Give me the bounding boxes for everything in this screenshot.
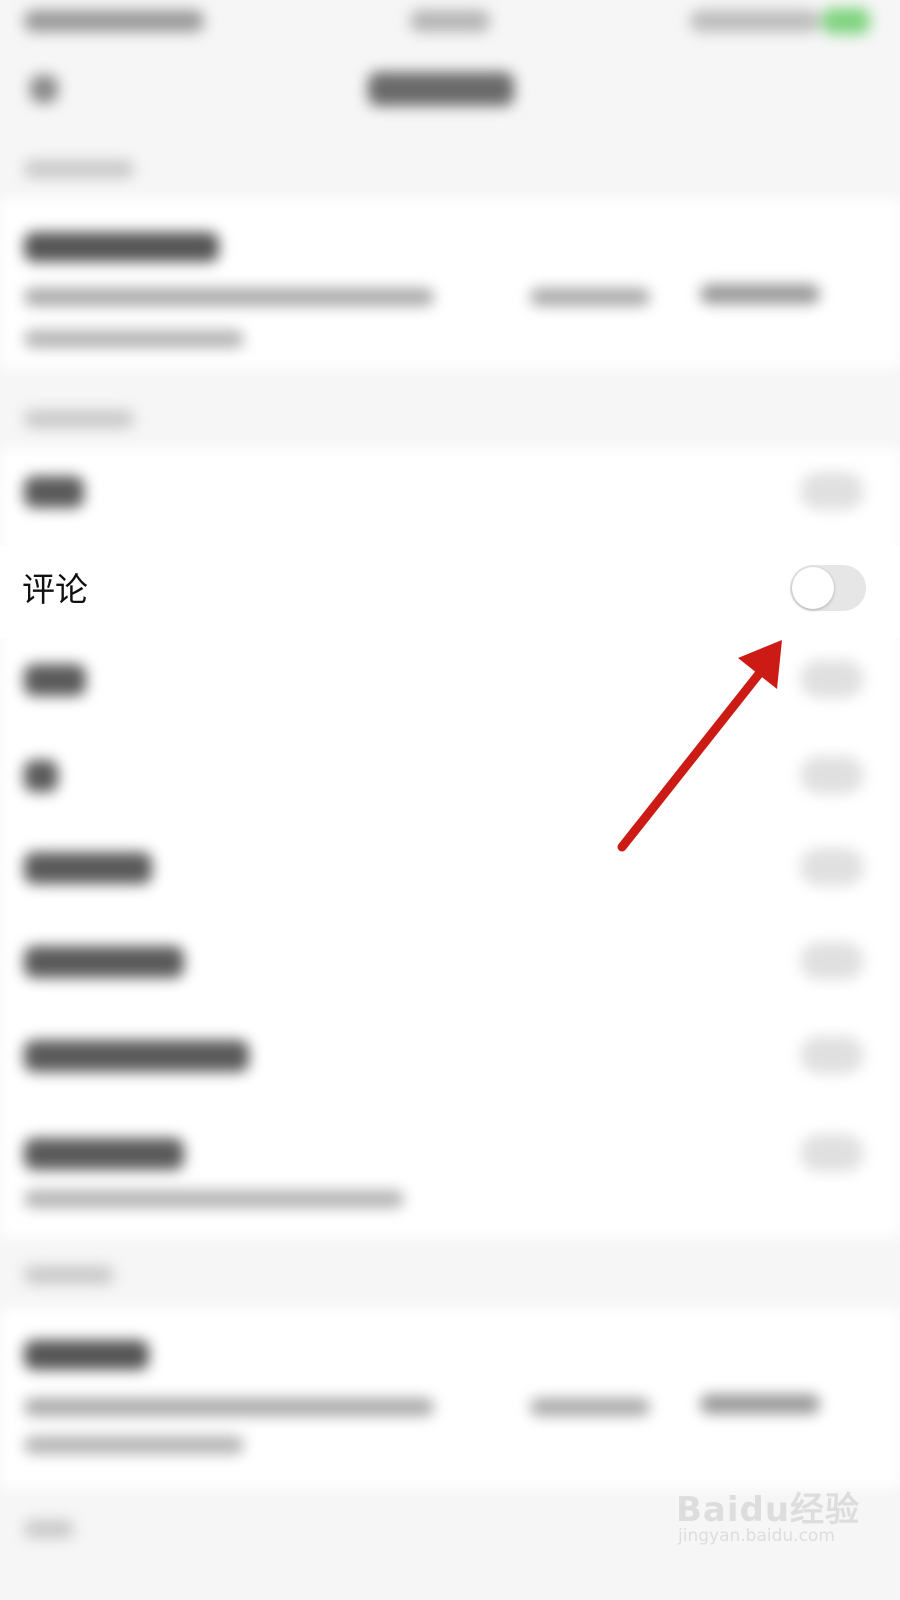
status-bar-center xyxy=(410,10,490,32)
section-header xyxy=(24,410,134,428)
setting-toggle xyxy=(800,1036,864,1074)
watermark-brand: Baidu经验 xyxy=(676,1490,861,1530)
back-icon xyxy=(30,75,58,103)
toggle-knob xyxy=(792,567,834,609)
card-title xyxy=(24,1340,149,1370)
status-bar-time xyxy=(24,10,204,32)
setting-row-comment[interactable]: 评论 xyxy=(0,546,900,638)
card-description xyxy=(24,1436,244,1454)
setting-description xyxy=(24,1190,404,1208)
setting-label xyxy=(24,852,152,884)
watermark-url: jingyan.baidu.com xyxy=(678,1526,835,1546)
card-description xyxy=(530,1398,650,1416)
card-description xyxy=(24,330,244,348)
comment-toggle-switch[interactable] xyxy=(790,565,866,611)
status-bar-right xyxy=(690,10,820,32)
baidu-jingyan-watermark: Baidu经验 jingyan.baidu.com xyxy=(676,1468,876,1558)
setting-toggle xyxy=(800,472,864,510)
setting-label xyxy=(24,1138,184,1170)
setting-toggle xyxy=(800,1134,864,1172)
setting-toggle xyxy=(800,848,864,886)
setting-label xyxy=(24,664,86,696)
comment-setting-label: 评论 xyxy=(22,570,88,609)
card-description xyxy=(24,288,434,306)
blurred-background xyxy=(0,0,900,1600)
card-action xyxy=(700,284,820,304)
setting-toggle xyxy=(800,942,864,980)
section-header xyxy=(24,160,134,178)
page-title xyxy=(368,72,514,106)
card-description xyxy=(24,1398,434,1416)
section-header xyxy=(24,1520,74,1538)
setting-label xyxy=(24,1040,249,1072)
setting-label xyxy=(24,476,84,508)
setting-label xyxy=(24,760,58,792)
setting-toggle xyxy=(800,756,864,794)
setting-label xyxy=(24,946,184,978)
battery-icon xyxy=(822,8,870,34)
section-header xyxy=(24,1266,114,1284)
setting-toggle xyxy=(800,660,864,698)
card-title xyxy=(24,232,219,262)
card-description xyxy=(530,288,650,306)
card-action xyxy=(700,1394,820,1414)
